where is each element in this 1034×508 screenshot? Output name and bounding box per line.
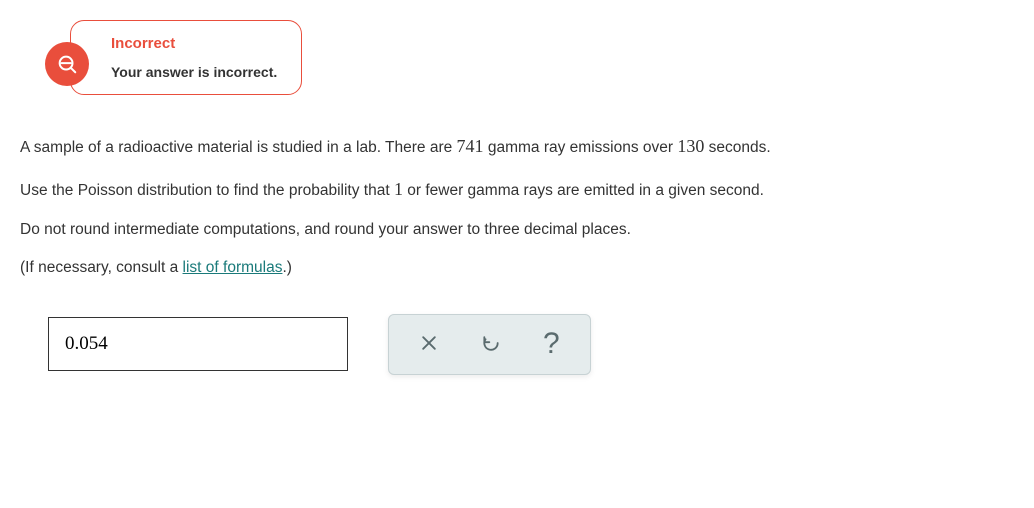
close-icon [419, 329, 439, 360]
reset-button[interactable] [479, 327, 503, 362]
help-button[interactable]: ? [541, 327, 562, 361]
question-part: .) [282, 259, 291, 276]
answer-input[interactable] [48, 317, 348, 371]
question-part: Use the Poisson distribution to find the… [20, 182, 394, 199]
threshold-value: 1 [394, 179, 403, 199]
input-toolbar: ? [388, 314, 591, 375]
question-part: (If necessary, consult a [20, 259, 183, 276]
feedback-title: Incorrect [111, 35, 277, 52]
incorrect-icon [45, 42, 89, 86]
question-part: seconds. [704, 139, 770, 156]
seconds-value: 130 [677, 136, 704, 156]
question-part: Do not round intermediate computations, … [20, 221, 631, 238]
question-text: A sample of a radioactive material is st… [20, 125, 1014, 286]
question-part: gamma ray emissions over [484, 139, 678, 156]
feedback-box: Incorrect Your answer is incorrect. [70, 20, 302, 95]
formulas-link[interactable]: list of formulas [183, 259, 283, 276]
help-icon: ? [543, 329, 560, 359]
clear-button[interactable] [417, 327, 441, 362]
emissions-value: 741 [457, 136, 484, 156]
undo-icon [481, 329, 501, 360]
question-part: A sample of a radioactive material is st… [20, 139, 457, 156]
answer-row: ? [48, 314, 1014, 375]
question-part: or fewer gamma rays are emitted in a giv… [403, 182, 764, 199]
feedback-message: Your answer is incorrect. [111, 64, 277, 80]
